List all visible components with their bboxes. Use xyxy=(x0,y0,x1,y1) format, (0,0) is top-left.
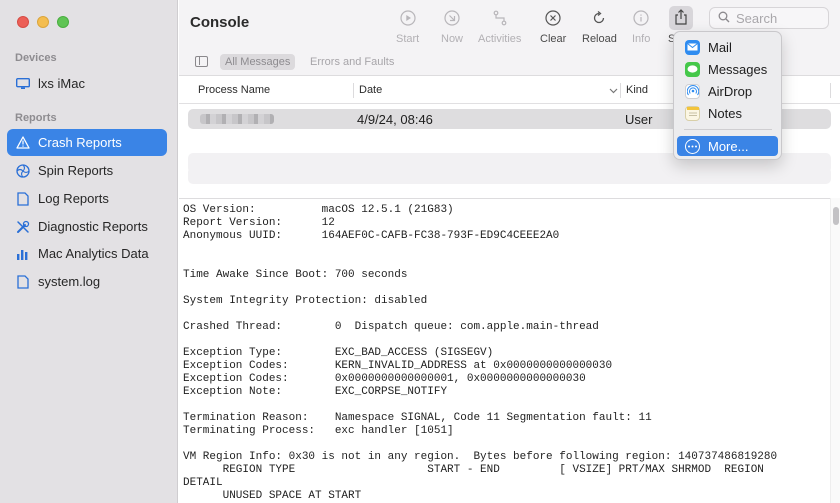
bar-chart-icon xyxy=(16,247,30,261)
more-ellipsis-icon xyxy=(685,138,700,154)
crash-report-text[interactable]: Date/Time: 2024-04-09 08:46:02.2187 +080… xyxy=(179,198,830,503)
info-icon xyxy=(632,9,650,27)
column-divider[interactable] xyxy=(830,83,831,98)
share-icon xyxy=(674,8,688,28)
sidebar-item-diagnostic-reports[interactable]: Diagnostic Reports xyxy=(7,213,167,240)
share-menu: Mail Messages AirDrop Notes More... xyxy=(673,31,782,160)
activities-icon xyxy=(491,9,509,27)
sidebar-item-spin-reports[interactable]: Spin Reports xyxy=(7,157,167,184)
mail-icon xyxy=(685,39,700,55)
share-messages-item[interactable]: Messages xyxy=(677,59,778,79)
window-title: Console xyxy=(190,14,250,31)
sidebar-item-label: lxs iMac xyxy=(38,76,85,91)
sidebar-item-crash-reports[interactable]: Crash Reports xyxy=(7,129,167,156)
document-icon xyxy=(16,191,30,206)
spinner-icon xyxy=(16,163,30,178)
search-field[interactable] xyxy=(709,7,829,29)
zoom-window-button[interactable] xyxy=(57,16,69,28)
minimize-window-button[interactable] xyxy=(37,16,49,28)
document-icon xyxy=(16,274,30,289)
sidebar-item-device[interactable]: lxs iMac xyxy=(7,70,167,97)
monitor-icon xyxy=(16,77,30,91)
share-notes-item[interactable]: Notes xyxy=(677,103,778,123)
clear-button[interactable]: Clear xyxy=(540,9,566,45)
search-icon xyxy=(718,11,730,26)
errors-faults-filter[interactable]: Errors and Faults xyxy=(310,54,394,70)
all-messages-filter[interactable]: All Messages xyxy=(220,54,296,70)
search-input[interactable] xyxy=(736,10,826,26)
sidebar-item-system-log[interactable]: system.log xyxy=(7,268,167,295)
sidebar: Devices lxs iMac Reports Crash Reports S… xyxy=(0,0,178,503)
column-divider[interactable] xyxy=(620,83,621,98)
sidebar-item-label: Diagnostic Reports xyxy=(38,219,148,234)
row-date: 4/9/24, 08:46 xyxy=(357,112,433,127)
chevron-down-icon xyxy=(609,85,618,97)
window-controls xyxy=(17,16,69,28)
report-body: Date/Time: 2024-04-09 08:46:02.2187 +080… xyxy=(183,199,778,502)
activities-button[interactable]: Activities xyxy=(478,9,521,45)
notes-icon xyxy=(685,105,700,121)
reload-button[interactable]: Reload xyxy=(582,9,617,45)
clear-x-icon xyxy=(544,9,562,27)
airdrop-icon xyxy=(685,83,700,99)
scroll-thumb[interactable] xyxy=(833,207,839,225)
start-button[interactable]: Start xyxy=(396,9,419,45)
share-more-item[interactable]: More... xyxy=(677,136,778,156)
reload-icon xyxy=(590,9,608,27)
table-row-empty xyxy=(188,167,831,184)
scrollbar[interactable] xyxy=(830,198,840,503)
column-kind[interactable]: Kind xyxy=(626,84,648,96)
column-process-name[interactable]: Process Name xyxy=(198,84,270,96)
column-divider[interactable] xyxy=(353,83,354,98)
sidebar-item-label: Spin Reports xyxy=(38,163,114,178)
close-window-button[interactable] xyxy=(17,16,29,28)
sidebar-item-log-reports[interactable]: Log Reports xyxy=(7,185,167,212)
sidebar-item-mac-analytics-data[interactable]: Mac Analytics Data xyxy=(7,240,167,267)
share-airdrop-item[interactable]: AirDrop xyxy=(677,81,778,101)
play-icon xyxy=(399,9,417,27)
sidebar-item-label: Crash Reports xyxy=(38,135,122,150)
column-date[interactable]: Date xyxy=(359,84,382,96)
info-button[interactable]: Info xyxy=(632,9,650,45)
jump-to-now-icon xyxy=(443,9,461,27)
sidebar-item-label: Mac Analytics Data xyxy=(38,246,149,261)
tools-icon xyxy=(16,220,30,234)
now-button[interactable]: Now xyxy=(441,9,463,45)
sidebar-item-label: system.log xyxy=(38,274,101,289)
share-mail-item[interactable]: Mail xyxy=(677,37,778,57)
share-button[interactable] xyxy=(669,6,693,30)
row-kind: User xyxy=(625,112,653,127)
warning-triangle-icon xyxy=(16,136,30,150)
devices-section-header: Devices xyxy=(15,52,57,64)
sidebar-toggle-icon[interactable] xyxy=(195,56,208,67)
sidebar-item-label: Log Reports xyxy=(38,191,109,206)
messages-icon xyxy=(685,61,700,77)
menu-divider xyxy=(684,129,772,130)
redacted-process-name xyxy=(200,114,274,124)
reports-section-header: Reports xyxy=(15,112,57,124)
